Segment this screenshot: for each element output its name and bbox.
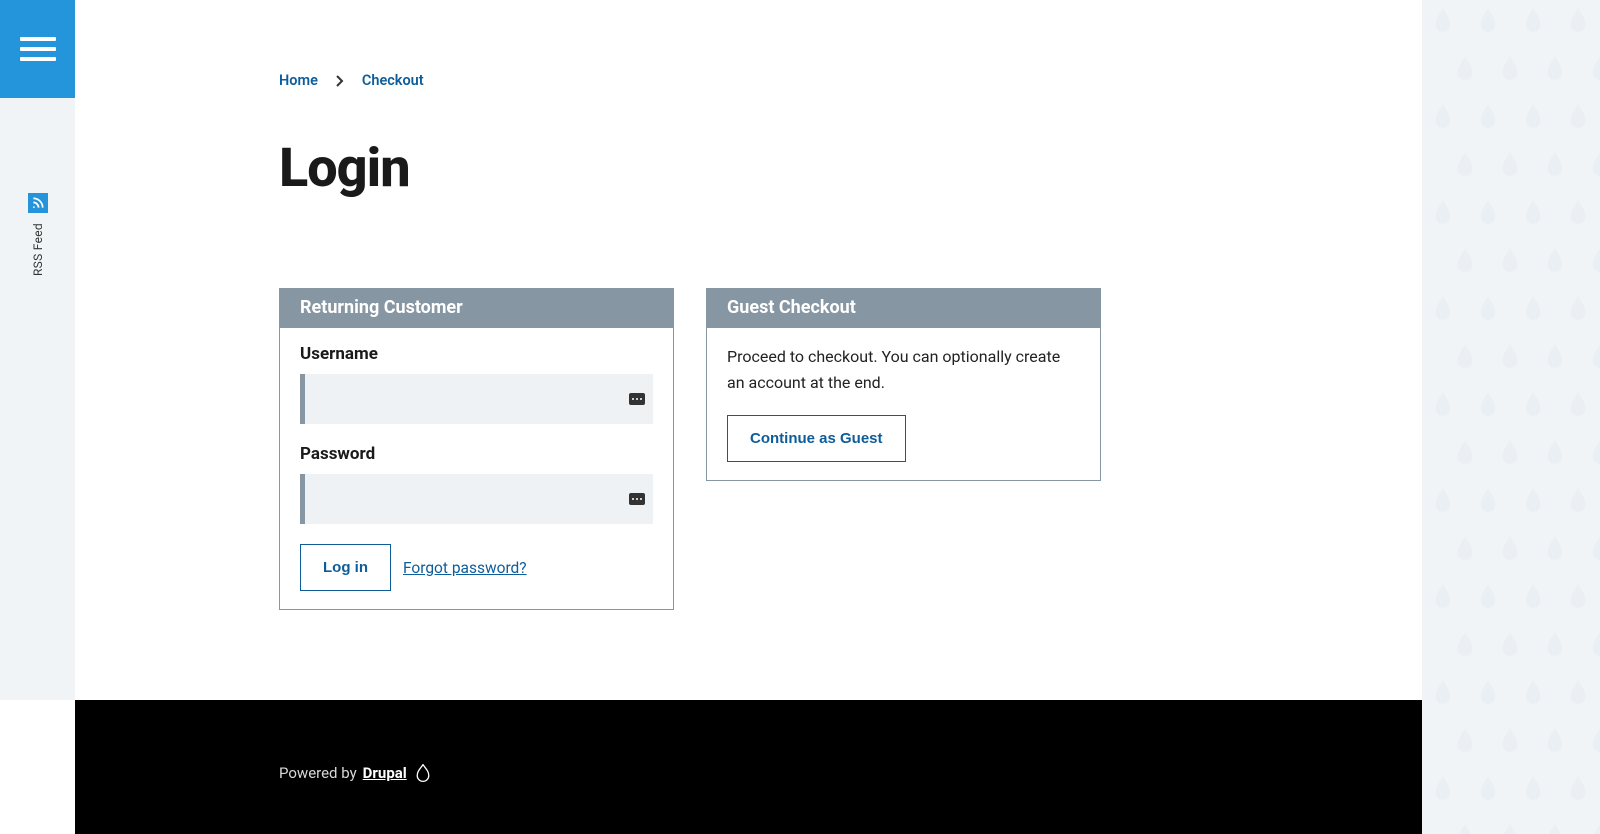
breadcrumb-checkout[interactable]: Checkout xyxy=(362,72,424,89)
footer: Powered by Drupal xyxy=(75,700,1422,834)
menu-toggle-button[interactable] xyxy=(0,0,75,98)
returning-customer-card: Returning Customer Username Password Log… xyxy=(279,288,674,610)
breadcrumb: Home Checkout xyxy=(279,72,1339,89)
guest-checkout-text: Proceed to checkout. You can optionally … xyxy=(727,344,1080,395)
hamburger-icon xyxy=(20,37,56,41)
guest-checkout-card: Guest Checkout Proceed to checkout. You … xyxy=(706,288,1101,481)
username-label: Username xyxy=(300,344,653,364)
left-sidebar: RSS Feed xyxy=(0,0,75,700)
breadcrumb-home[interactable]: Home xyxy=(279,72,318,89)
returning-customer-header: Returning Customer xyxy=(280,289,673,328)
login-button[interactable]: Log in xyxy=(300,544,391,591)
drupal-icon xyxy=(415,764,431,782)
password-input[interactable] xyxy=(300,474,653,524)
main-content: Home Checkout Login Returning Customer U… xyxy=(75,0,1422,700)
footer-drupal-link[interactable]: Drupal xyxy=(363,764,407,782)
rss-feed-link[interactable]: RSS Feed xyxy=(0,193,75,276)
guest-checkout-header: Guest Checkout xyxy=(707,289,1100,328)
footer-powered-by: Powered by xyxy=(279,764,357,782)
rss-icon xyxy=(28,193,48,213)
page-title: Login xyxy=(279,137,1339,200)
forgot-password-link[interactable]: Forgot password? xyxy=(403,559,527,577)
chevron-right-icon xyxy=(336,75,344,87)
decorative-pattern: // placeholder; drops rendered below sta… xyxy=(1422,0,1600,834)
username-input[interactable] xyxy=(300,374,653,424)
password-label: Password xyxy=(300,444,653,464)
autofill-icon[interactable] xyxy=(629,393,645,405)
rss-label: RSS Feed xyxy=(31,223,45,276)
autofill-icon[interactable] xyxy=(629,493,645,505)
continue-as-guest-button[interactable]: Continue as Guest xyxy=(727,415,906,462)
